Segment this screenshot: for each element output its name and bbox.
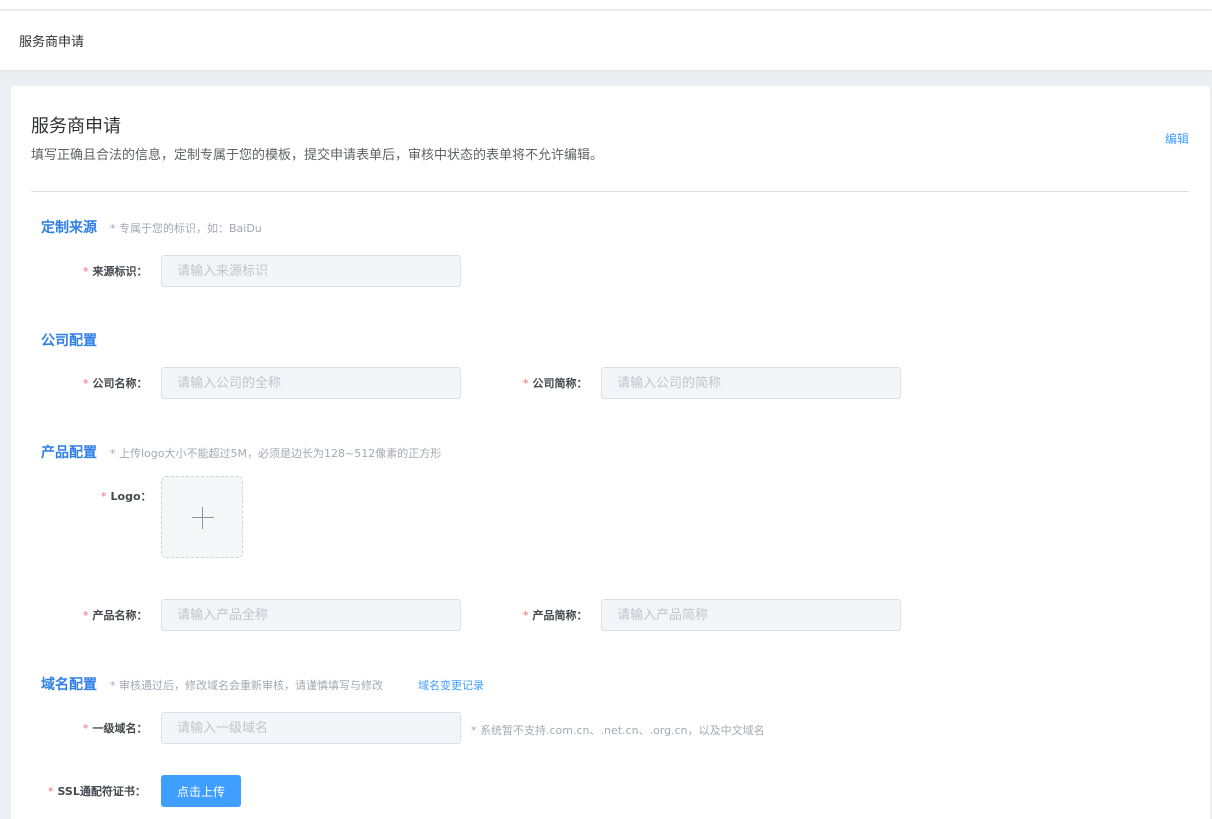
section-hint-source: * 专属于您的标识，如：BaiDu: [110, 222, 262, 235]
logo-label: * Logo：: [101, 488, 152, 504]
company-short-input[interactable]: [601, 367, 901, 399]
domain-history-link[interactable]: 域名变更记录: [418, 677, 484, 693]
required-mark: *: [83, 265, 89, 278]
logo-label-text: Logo：: [110, 490, 152, 503]
source-id-input[interactable]: [161, 255, 461, 287]
ssl-upload-button[interactable]: 点击上传: [161, 775, 241, 807]
product-short-input[interactable]: [601, 599, 901, 631]
required-mark: *: [523, 377, 529, 390]
section-title-source: 定制来源: [41, 220, 97, 236]
required-mark: *: [101, 490, 107, 503]
source-id-label-text: 来源标识：: [92, 265, 148, 278]
primary-domain-label-text: 一级域名：: [92, 722, 148, 735]
company-short-label: * 公司简称：: [523, 375, 588, 391]
primary-domain-note: * 系统暂不支持.com.cn、.net.cn、.org.cn，以及中文域名: [471, 724, 765, 737]
section-title-domain: 域名配置: [41, 677, 97, 693]
required-mark: *: [48, 785, 54, 798]
product-name-label: * 产品名称：: [83, 607, 148, 623]
edit-link[interactable]: 编辑: [1165, 130, 1189, 147]
required-mark: *: [83, 377, 89, 390]
plus-icon-vertical: [202, 507, 203, 529]
section-hint-domain: * 审核通过后，修改域名会重新审核，请谨慎填写与修改: [110, 679, 383, 692]
product-name-label-text: 产品名称：: [92, 609, 148, 622]
required-mark: *: [83, 722, 89, 735]
section-hint-product: * 上传logo大小不能超过5M，必须是边长为128~512像素的正方形: [110, 447, 442, 460]
company-name-label: * 公司名称：: [83, 375, 148, 391]
company-name-label-text: 公司名称：: [92, 377, 148, 390]
source-id-label: * 来源标识：: [83, 263, 148, 279]
top-strip: [0, 0, 1212, 10]
application-card: 服务商申请 填写正确且合法的信息，定制专属于您的模板，提交申请表单后，审核中状态…: [11, 86, 1210, 819]
company-name-input[interactable]: [161, 367, 461, 399]
plus-icon-horizontal: [192, 517, 214, 518]
section-title-company: 公司配置: [41, 333, 97, 349]
ssl-cert-label: * SSL通配符证书：: [48, 783, 146, 799]
page-header: 服务商申请: [0, 11, 1212, 70]
product-short-label: * 产品简称：: [523, 607, 588, 623]
card-title: 服务商申请: [31, 116, 121, 137]
card-description: 填写正确且合法的信息，定制专属于您的模板，提交申请表单后，审核中状态的表单将不允…: [31, 148, 604, 163]
logo-upload-box[interactable]: [161, 476, 243, 558]
primary-domain-label: * 一级域名：: [83, 720, 148, 736]
ssl-cert-label-text: SSL通配符证书：: [57, 785, 146, 798]
section-title-product: 产品配置: [41, 445, 97, 461]
divider: [31, 191, 1189, 192]
product-short-label-text: 产品简称：: [532, 609, 588, 622]
page-title: 服务商申请: [19, 35, 85, 50]
product-name-input[interactable]: [161, 599, 461, 631]
company-short-label-text: 公司简称：: [532, 377, 588, 390]
required-mark: *: [83, 609, 89, 622]
primary-domain-input[interactable]: [161, 712, 461, 744]
required-mark: *: [523, 609, 529, 622]
